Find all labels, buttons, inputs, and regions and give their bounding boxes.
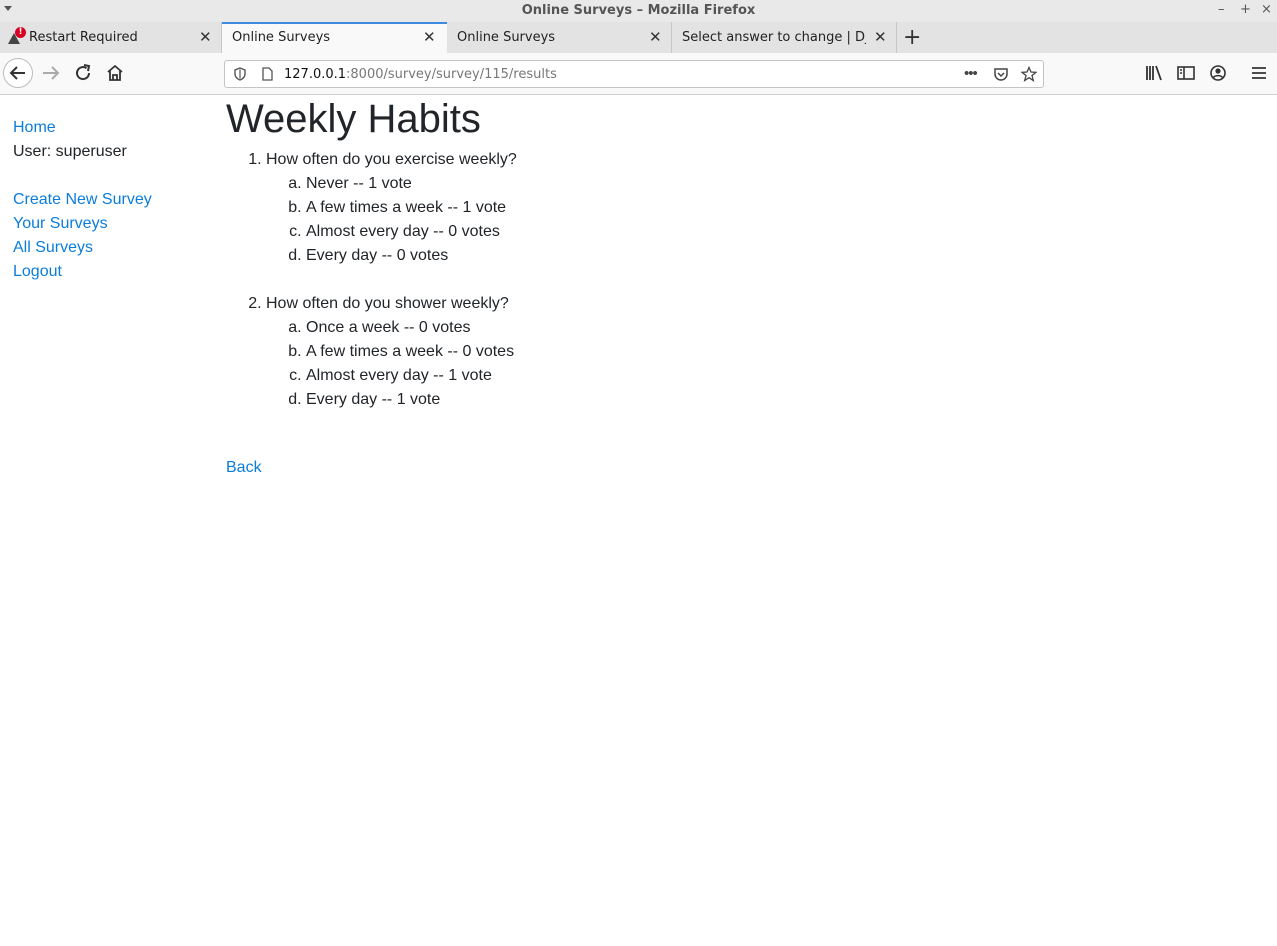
window-titlebar: Online Surveys – Mozilla Firefox – + × [0,0,1277,22]
warning-icon: ! [8,27,26,44]
maximize-icon[interactable]: + [1240,2,1251,17]
back-button[interactable] [3,58,33,88]
tab-restart-required[interactable]: ! Restart Required ✕ [0,22,222,53]
answer-item: Almost every day -- 1 vote [306,364,1226,388]
url-bar[interactable]: 127.0.0.1:8000/survey/survey/115/results… [224,60,1044,88]
minimize-icon[interactable]: – [1218,2,1225,17]
close-tab-icon[interactable]: ✕ [423,28,436,46]
url-path: :8000/survey/survey/115/results [346,67,557,82]
forward-icon[interactable] [39,61,63,85]
answer-item: Never -- 1 vote [306,172,1226,196]
answer-item: Almost every day -- 0 votes [306,220,1226,244]
tab-online-surveys[interactable]: Online Surveys ✕ [447,22,672,53]
current-user-label: User: superuser [13,143,127,160]
pocket-icon[interactable] [993,66,1009,82]
window-title: Online Surveys – Mozilla Firefox [521,3,756,18]
question-item: How often do you exercise weekly? Never … [266,148,1226,268]
bookmark-star-icon[interactable] [1021,66,1037,82]
answer-item: Once a week -- 0 votes [306,316,1226,340]
tab-django-admin[interactable]: Select answer to change | Django ✕ [672,22,897,53]
create-new-survey-link[interactable]: Create New Survey [13,188,152,212]
your-surveys-link[interactable]: Your Surveys [13,212,152,236]
question-text: How often do you shower weekly? [266,295,509,312]
question-item: How often do you shower weekly? Once a w… [266,292,1226,412]
url-text: 127.0.0.1:8000/survey/survey/115/results [284,67,557,82]
answer-list: Never -- 1 vote A few times a week -- 1 … [266,172,1226,268]
site-sidebar: Home User: superuser Create New Survey Y… [13,116,152,284]
answer-item: A few times a week -- 1 vote [306,196,1226,220]
answer-item: A few times a week -- 0 votes [306,340,1226,364]
home-link[interactable]: Home [13,116,152,140]
account-icon[interactable] [1206,61,1230,85]
tracking-shield-icon[interactable] [232,66,248,82]
tab-strip: ! Restart Required ✕ Online Surveys ✕ On… [0,22,1277,53]
survey-title: Weekly Habits [226,97,481,141]
sidebar-toggle-icon[interactable] [1174,61,1198,85]
hamburger-menu-icon[interactable] [1247,61,1271,85]
tab-online-surveys-active[interactable]: Online Surveys ✕ [222,22,447,53]
close-tab-icon[interactable]: ✕ [649,28,662,46]
home-icon[interactable] [103,61,127,85]
library-icon[interactable] [1142,61,1166,85]
back-link[interactable]: Back [226,456,262,480]
tab-label: Online Surveys [232,30,331,45]
page-info-icon[interactable] [259,66,275,82]
question-list: How often do you exercise weekly? Never … [226,148,1226,412]
all-surveys-link[interactable]: All Surveys [13,236,152,260]
navigation-toolbar: 127.0.0.1:8000/survey/survey/115/results… [0,53,1277,95]
survey-results: Weekly Habits How often do you exercise … [226,96,1226,436]
close-tab-icon[interactable]: ✕ [199,28,212,46]
answer-list: Once a week -- 0 votes A few times a wee… [266,316,1226,412]
answer-item: Every day -- 1 vote [306,388,1226,412]
answer-item: Every day -- 0 votes [306,244,1226,268]
back-arrow-icon [9,66,25,80]
close-tab-icon[interactable]: ✕ [874,28,887,46]
reload-icon[interactable] [71,61,95,85]
close-window-icon[interactable]: × [1261,2,1272,17]
tab-label: Online Surveys [457,30,556,45]
page-actions-icon[interactable]: ••• [964,65,978,82]
new-tab-icon[interactable]: + [903,25,921,50]
question-text: How often do you exercise weekly? [266,151,517,168]
logout-link[interactable]: Logout [13,260,152,284]
tab-label: Restart Required [29,30,138,45]
tab-label: Select answer to change | Django [682,30,866,45]
url-host: 127.0.0.1 [284,67,347,82]
